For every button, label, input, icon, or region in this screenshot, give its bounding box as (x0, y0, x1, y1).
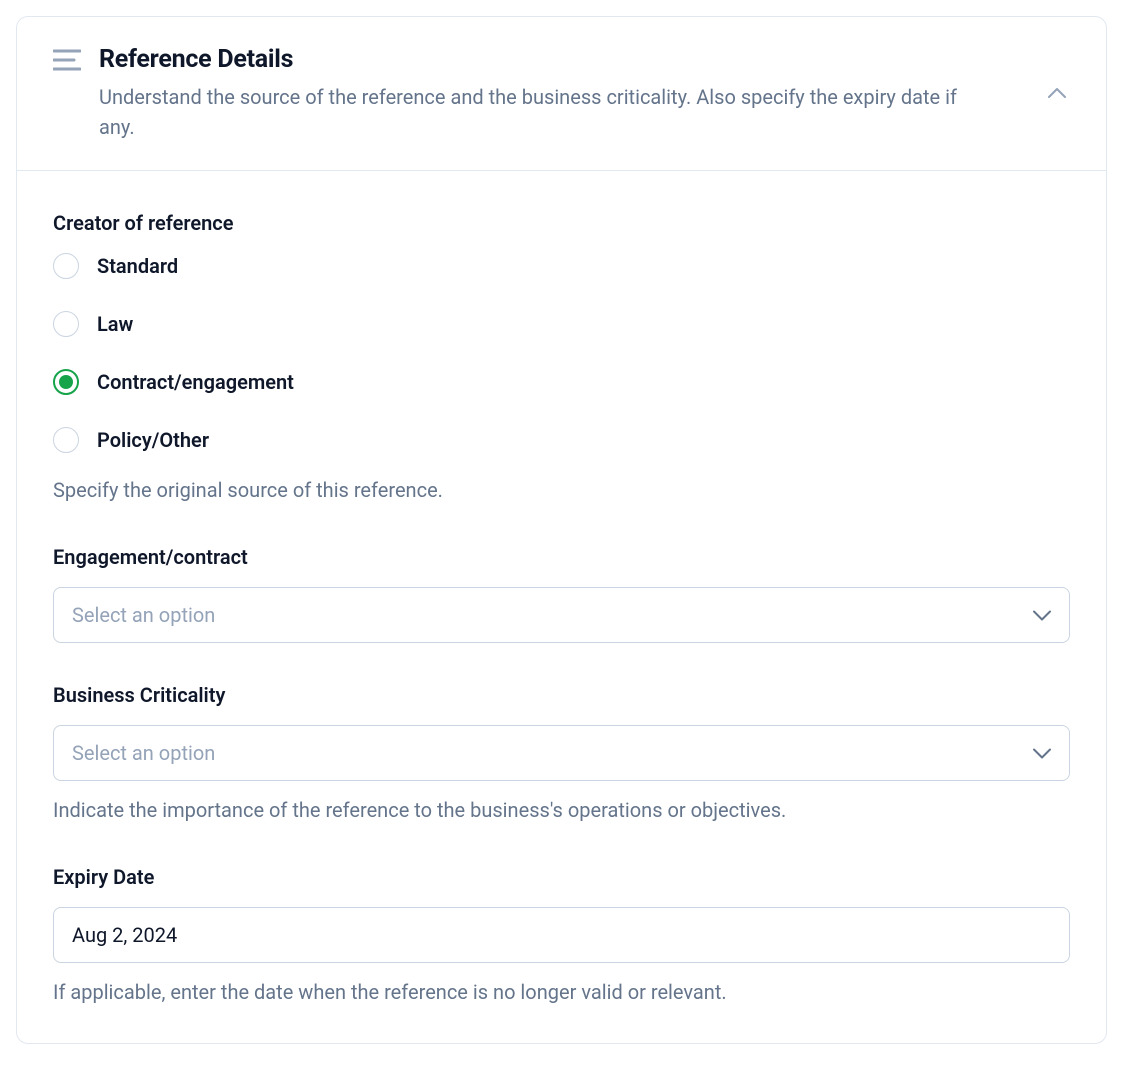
engagement-select[interactable]: Select an option (53, 587, 1070, 643)
expiry-helper-text: If applicable, enter the date when the r… (53, 977, 1070, 1007)
card-subtitle: Understand the source of the reference a… (99, 82, 959, 142)
reference-details-card: Reference Details Understand the source … (16, 16, 1107, 1044)
creator-of-reference-group: Creator of reference Standard Law Contra… (53, 211, 1070, 505)
radio-label: Policy/Other (97, 428, 209, 452)
business-criticality-group: Business Criticality Select an option In… (53, 683, 1070, 825)
select-placeholder: Select an option (72, 741, 215, 765)
engagement-contract-group: Engagement/contract Select an option (53, 545, 1070, 643)
expiry-date-input[interactable]: Aug 2, 2024 (53, 907, 1070, 963)
radio-label: Standard (97, 254, 178, 278)
criticality-helper-text: Indicate the importance of the reference… (53, 795, 1070, 825)
creator-helper-text: Specify the original source of this refe… (53, 475, 1070, 505)
criticality-select[interactable]: Select an option (53, 725, 1070, 781)
radio-option-policy-other[interactable]: Policy/Other (53, 427, 1070, 453)
criticality-label: Business Criticality (53, 683, 1070, 707)
radio-option-standard[interactable]: Standard (53, 253, 1070, 279)
collapse-toggle-button[interactable] (1044, 82, 1070, 105)
radio-icon (53, 311, 79, 337)
select-placeholder: Select an option (72, 603, 215, 627)
radio-icon (53, 253, 79, 279)
chevron-down-icon (1033, 744, 1051, 763)
card-body: Creator of reference Standard Law Contra… (17, 171, 1106, 1043)
chevron-down-icon (1033, 606, 1051, 625)
creator-radio-group: Standard Law Contract/engagement Policy/… (53, 253, 1070, 453)
radio-label: Contract/engagement (97, 370, 294, 394)
chevron-up-icon (1048, 86, 1066, 101)
radio-icon-selected (53, 369, 79, 395)
header-text-block: Reference Details Understand the source … (99, 45, 1070, 142)
card-header: Reference Details Understand the source … (17, 17, 1106, 171)
expiry-date-value: Aug 2, 2024 (72, 923, 177, 947)
text-align-left-icon (53, 49, 81, 75)
creator-label: Creator of reference (53, 211, 1070, 235)
card-title: Reference Details (99, 45, 1070, 74)
radio-icon (53, 427, 79, 453)
radio-option-law[interactable]: Law (53, 311, 1070, 337)
expiry-date-group: Expiry Date Aug 2, 2024 If applicable, e… (53, 865, 1070, 1007)
radio-option-contract-engagement[interactable]: Contract/engagement (53, 369, 1070, 395)
engagement-label: Engagement/contract (53, 545, 1070, 569)
expiry-label: Expiry Date (53, 865, 1070, 889)
radio-dot-icon (59, 375, 73, 389)
radio-label: Law (97, 312, 133, 336)
